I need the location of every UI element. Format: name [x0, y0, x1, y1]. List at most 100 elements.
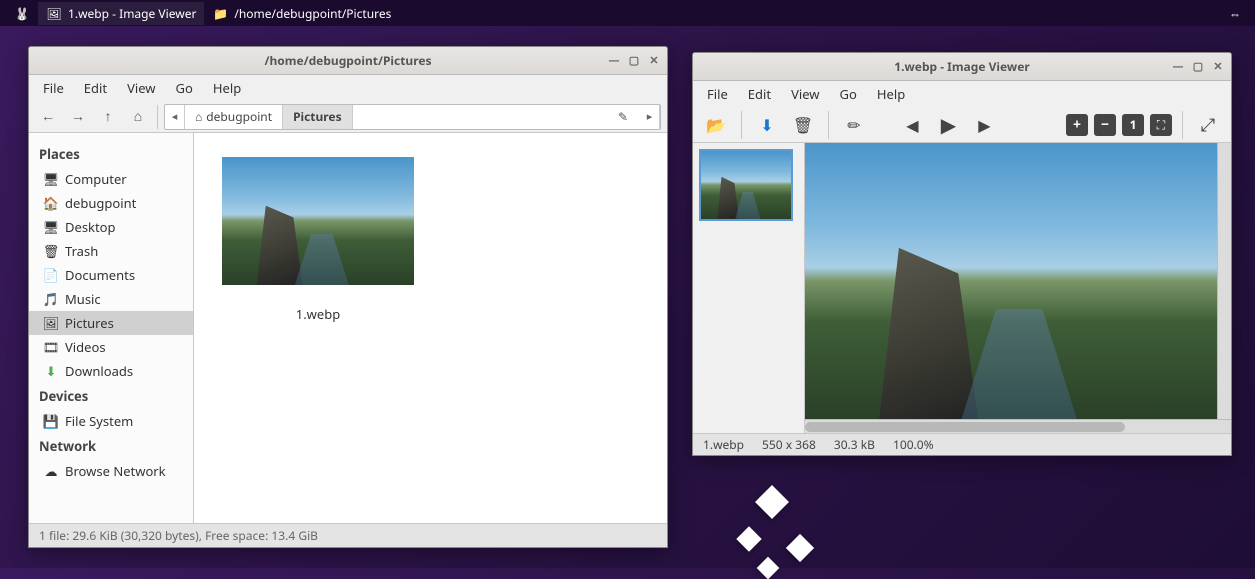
status-filename: 1.webp [703, 436, 744, 453]
minus-icon: − [1101, 115, 1109, 134]
scrollbar-thumb[interactable] [805, 422, 1125, 432]
save-button[interactable]: ⬇ [752, 110, 782, 140]
path-left-button[interactable]: ◂ [165, 105, 185, 129]
edit-button[interactable]: ✏ [839, 110, 869, 140]
minimize-button[interactable]: — [1169, 57, 1187, 75]
downloads-icon: ⬇ [43, 363, 59, 379]
fm-menubar: File Edit View Go Help [29, 75, 667, 101]
menu-view[interactable]: View [117, 75, 165, 101]
iv-image-canvas[interactable] [805, 143, 1217, 419]
breadcrumb-home[interactable]: ⌂ debugpoint [185, 105, 283, 129]
sidebar-item-label: debugpoint [65, 194, 136, 212]
taskbar-label: 1.webp - Image Viewer [68, 5, 196, 22]
status-filesize: 30.3 kB [834, 436, 875, 453]
maximize-button[interactable]: ▢ [625, 51, 643, 69]
sidebar-item-label: Computer [65, 170, 127, 188]
iv-thumbnail[interactable] [699, 149, 793, 221]
videos-icon: 🎞 [43, 339, 59, 355]
sidebar-item-filesystem[interactable]: 💾 File System [29, 409, 193, 433]
menu-help[interactable]: Help [867, 81, 915, 107]
next-image-button[interactable]: ▶ [969, 110, 999, 140]
iv-body [693, 143, 1231, 433]
sidebar-item-label: Downloads [65, 362, 133, 380]
sidebar-item-label: Trash [65, 242, 98, 260]
menu-view[interactable]: View [781, 81, 829, 107]
zoom-out-button[interactable]: − [1094, 114, 1116, 136]
open-button[interactable]: 📂 [701, 110, 731, 140]
sidebar-item-videos[interactable]: 🎞Videos [29, 335, 193, 359]
iv-toolbar: 📂 ⬇ 🗑 ✏ ◀ ▶ ▶ + − 1 ⛶ ⤢ [693, 107, 1231, 143]
nav-home-button[interactable]: ⌂ [125, 104, 151, 130]
panel-expand-button[interactable]: ⇔ [1221, 2, 1249, 25]
file-thumbnail [222, 157, 414, 285]
delete-button[interactable]: 🗑 [788, 110, 818, 140]
prev-image-button[interactable]: ◀ [897, 110, 927, 140]
wallpaper-cube [736, 526, 761, 551]
sidebar-item-home[interactable]: 🏠 debugpoint [29, 191, 193, 215]
sidebar-section-network: Network [29, 433, 193, 459]
image-viewer-window: 1.webp - Image Viewer — ▢ ✕ File Edit Vi… [692, 52, 1232, 456]
app-menu-button[interactable]: 🐰 [6, 2, 38, 24]
zoom-in-button[interactable]: + [1066, 114, 1088, 136]
sidebar-item-computer[interactable]: 🖥Computer [29, 167, 193, 191]
sidebar-item-label: File System [65, 412, 133, 430]
sidebar-section-devices: Devices [29, 383, 193, 409]
menu-go[interactable]: Go [166, 75, 203, 101]
expand-icon: ⇔ [1229, 5, 1241, 22]
sidebar-item-desktop[interactable]: 🖥Desktop [29, 215, 193, 239]
menu-edit[interactable]: Edit [74, 75, 117, 101]
maximize-button[interactable]: ▢ [1189, 57, 1207, 75]
sidebar-item-music[interactable]: 🎵Music [29, 287, 193, 311]
menu-file[interactable]: File [697, 81, 738, 107]
path-right-button[interactable]: ▸ [640, 105, 660, 129]
sidebar-item-pictures[interactable]: 🖼Pictures [29, 311, 193, 335]
sidebar-item-downloads[interactable]: ⬇ Downloads [29, 359, 193, 383]
fullscreen-button[interactable]: ⤢ [1193, 110, 1223, 140]
menu-edit[interactable]: Edit [738, 81, 781, 107]
landscape-image [222, 157, 414, 285]
displayed-image [805, 143, 1217, 419]
sidebar-item-documents[interactable]: 📄Documents [29, 263, 193, 287]
path-edit-button[interactable]: ✎ [610, 104, 636, 130]
slideshow-button[interactable]: ▶ [933, 110, 963, 140]
zoom-orig-button[interactable]: 1 [1122, 114, 1144, 136]
zoom-fit-button[interactable]: ⛶ [1150, 114, 1172, 136]
nav-forward-button[interactable]: → [65, 104, 91, 130]
sidebar-item-trash[interactable]: 🗑 Trash [29, 239, 193, 263]
file-item[interactable]: 1.webp [218, 157, 418, 323]
nav-up-button[interactable]: ↑ [95, 104, 121, 130]
network-icon: ☁ [43, 463, 59, 479]
sidebar-item-label: Desktop [65, 218, 116, 236]
vertical-scrollbar[interactable] [1217, 143, 1231, 419]
taskbar-item-image-viewer[interactable]: 🖼 1.webp - Image Viewer [38, 2, 204, 25]
trash-icon: 🗑 [43, 243, 59, 259]
iv-titlebar[interactable]: 1.webp - Image Viewer — ▢ ✕ [693, 53, 1231, 81]
minimize-button[interactable]: — [605, 51, 623, 69]
fm-toolbar: ← → ↑ ⌂ ◂ ⌂ debugpoint Pictures ✎ ▸ [29, 101, 667, 133]
close-button[interactable]: ✕ [645, 51, 663, 69]
fm-pathbar: ◂ ⌂ debugpoint Pictures ✎ ▸ [164, 104, 661, 130]
fullscreen-icon: ⤢ [1201, 113, 1215, 137]
horizontal-scrollbar[interactable] [805, 419, 1231, 433]
iv-window-controls: — ▢ ✕ [1169, 57, 1227, 75]
drive-icon: 💾 [43, 413, 59, 429]
next-icon: ▶ [978, 114, 990, 136]
sidebar-item-browse-network[interactable]: ☁Browse Network [29, 459, 193, 483]
taskbar-item-file-manager[interactable]: 📁 /home/debugpoint/Pictures [204, 2, 399, 25]
fm-titlebar[interactable]: /home/debugpoint/Pictures — ▢ ✕ [29, 47, 667, 75]
breadcrumb-label: debugpoint [206, 108, 272, 125]
fm-icon-view[interactable]: 1.webp [194, 133, 667, 523]
menu-go[interactable]: Go [830, 81, 867, 107]
menu-file[interactable]: File [33, 75, 74, 101]
iv-thumbnail-strip[interactable] [693, 143, 805, 433]
xfce-logo-icon: 🐰 [14, 5, 30, 21]
menu-help[interactable]: Help [203, 75, 251, 101]
close-button[interactable]: ✕ [1209, 57, 1227, 75]
wallpaper-cube [786, 534, 814, 562]
file-manager-window: /home/debugpoint/Pictures — ▢ ✕ File Edi… [28, 46, 668, 548]
folder-icon: 📁 [212, 5, 228, 21]
nav-back-button[interactable]: ← [35, 104, 61, 130]
home-icon: 🏠 [43, 195, 59, 211]
sidebar-item-label: Pictures [65, 314, 114, 332]
breadcrumb-pictures[interactable]: Pictures [283, 105, 353, 129]
